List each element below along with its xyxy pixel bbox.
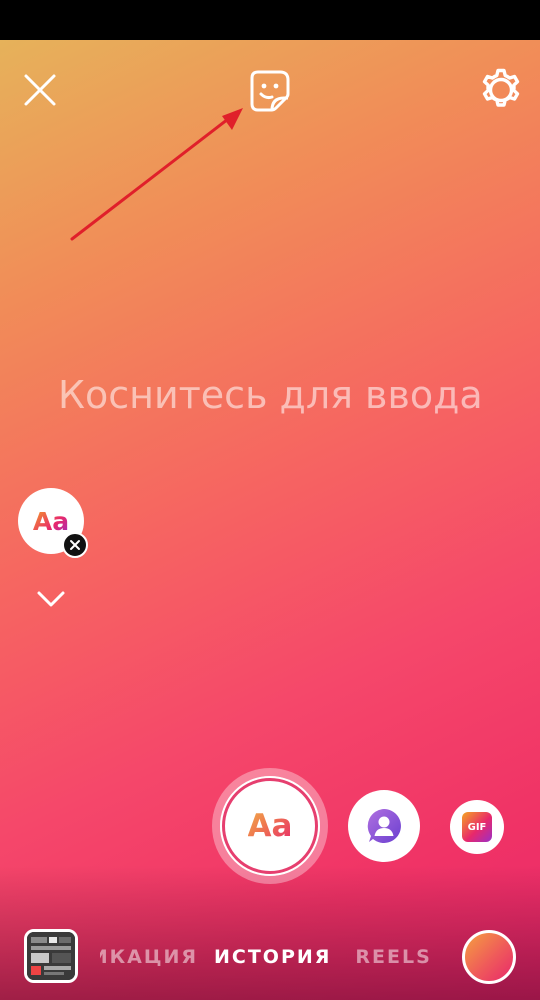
mention-button[interactable] [348, 790, 420, 862]
create-text-button[interactable]: Aa [212, 768, 328, 884]
remove-font-button[interactable] [62, 532, 88, 558]
sticker-button[interactable] [246, 66, 294, 114]
close-icon [70, 540, 80, 550]
close-button[interactable] [18, 68, 62, 112]
settings-button[interactable] [478, 67, 524, 113]
status-bar [0, 0, 540, 40]
story-text-input[interactable]: Коснитесь для ввода [58, 370, 498, 420]
capture-button[interactable] [462, 930, 516, 984]
mention-icon [367, 809, 401, 843]
sticker-icon [250, 70, 290, 112]
gallery-preview-image [27, 932, 75, 980]
mode-reels[interactable]: REELS [355, 946, 431, 968]
gif-label: GIF [462, 812, 492, 842]
mode-story[interactable]: ИСТОРИЯ [214, 946, 331, 968]
create-text-ring: Aa [222, 778, 318, 874]
font-style-label: Aa [32, 506, 70, 536]
gif-button[interactable]: GIF [450, 800, 504, 854]
create-text-inner: Aa [220, 776, 320, 876]
story-canvas[interactable]: Коснитесь для ввода Aa Aa GIF КАЦИЯ ИСТО… [0, 40, 540, 1000]
mode-post[interactable]: ПУБЛИКАЦИЯ [100, 946, 198, 968]
settings-icon [482, 68, 520, 107]
gallery-thumbnail[interactable] [24, 929, 78, 983]
collapse-tools-button[interactable] [34, 585, 68, 613]
chevron-down-icon [37, 591, 65, 607]
mode-selector[interactable]: ПУБЛИКАЦИЯ ИСТОРИЯ REELS [100, 943, 440, 971]
create-text-label: Aa [247, 808, 293, 844]
close-icon [24, 74, 56, 106]
